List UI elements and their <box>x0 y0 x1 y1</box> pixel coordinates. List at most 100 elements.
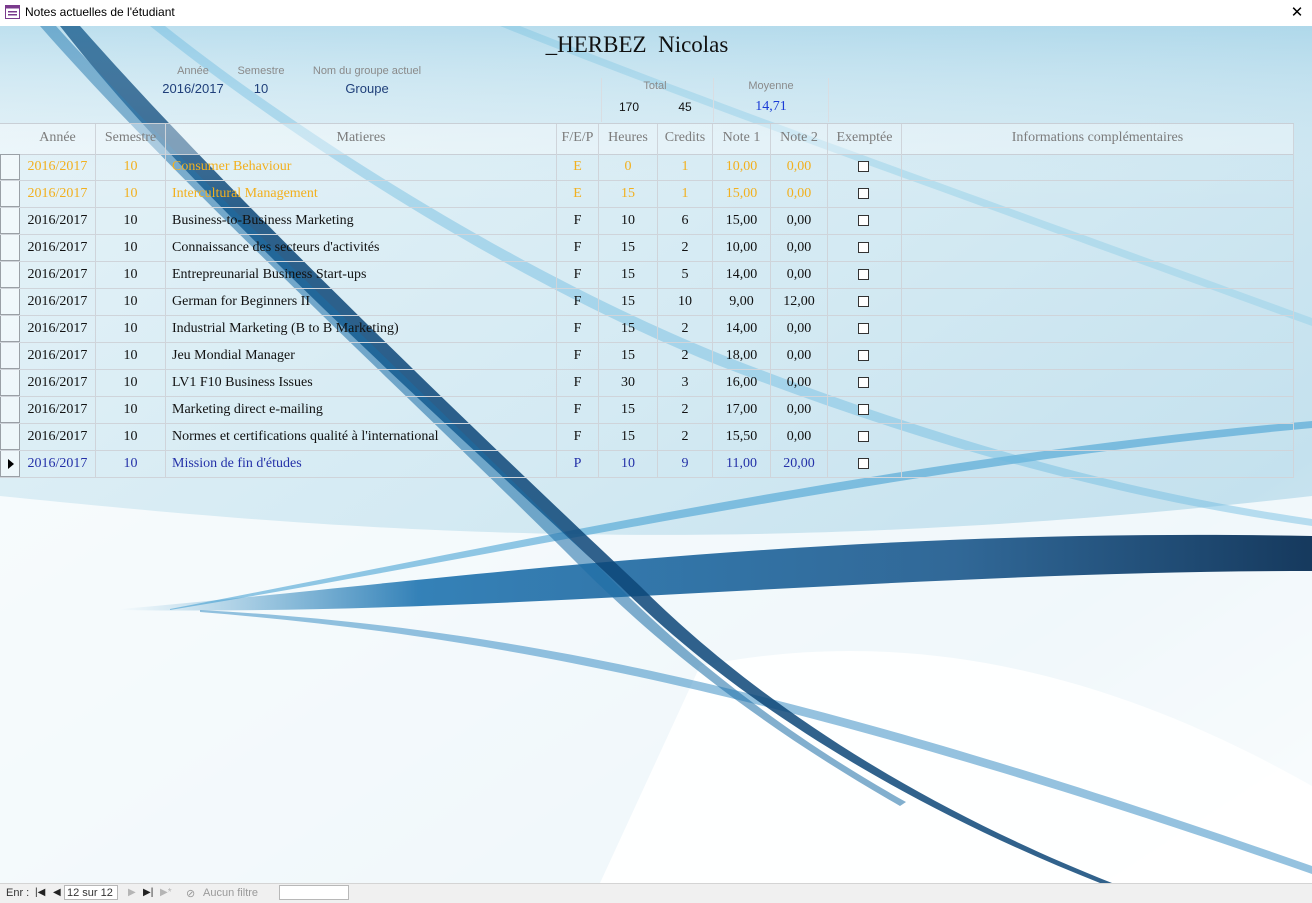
cell-matiere[interactable]: Marketing direct e-mailing <box>166 397 557 423</box>
exemptee-checkbox[interactable] <box>858 269 869 280</box>
table-row[interactable]: 2016/2017 10 German for Beginners II F 15 10 9… <box>0 289 1294 316</box>
cell-type[interactable]: F <box>557 397 599 423</box>
cell-annee[interactable]: 2016/2017 <box>20 262 96 288</box>
cell-note2[interactable]: 0,00 <box>771 181 828 207</box>
cell-semestre[interactable]: 10 <box>96 424 166 450</box>
search-input[interactable] <box>279 885 349 900</box>
cell-informations[interactable] <box>902 235 1294 261</box>
cell-note1[interactable]: 17,00 <box>713 397 771 423</box>
cell-annee[interactable]: 2016/2017 <box>20 316 96 342</box>
record-selector[interactable] <box>0 397 20 423</box>
next-record-icon[interactable]: ▶ <box>128 887 136 898</box>
exemptee-checkbox[interactable] <box>858 242 869 253</box>
cell-annee[interactable]: 2016/2017 <box>20 397 96 423</box>
cell-note1[interactable]: 15,50 <box>713 424 771 450</box>
table-row[interactable]: 2016/2017 10 Entrepreunarial Business Star… <box>0 262 1294 289</box>
cell-note2[interactable]: 0,00 <box>771 316 828 342</box>
annee-value[interactable]: 2016/2017 <box>153 81 233 96</box>
cell-type[interactable]: E <box>557 154 599 180</box>
cell-annee[interactable]: 2016/2017 <box>20 208 96 234</box>
cell-type[interactable]: F <box>557 343 599 369</box>
header-exemptee[interactable]: Exemptée <box>828 124 902 154</box>
exemptee-checkbox[interactable] <box>858 161 869 172</box>
header-informations[interactable]: Informations complémentaires <box>902 124 1294 154</box>
cell-heures[interactable]: 15 <box>599 424 658 450</box>
cell-heures[interactable]: 15 <box>599 235 658 261</box>
prev-record-icon[interactable]: ◀ <box>53 887 61 898</box>
exemptee-checkbox[interactable] <box>858 404 869 415</box>
cell-type[interactable]: F <box>557 262 599 288</box>
cell-credits[interactable]: 1 <box>658 154 713 180</box>
cell-semestre[interactable]: 10 <box>96 262 166 288</box>
table-row[interactable]: 2016/2017 10 Connaissance des secteurs d'a… <box>0 235 1294 262</box>
cell-note2[interactable]: 0,00 <box>771 424 828 450</box>
cell-note1[interactable]: 9,00 <box>713 289 771 315</box>
cell-informations[interactable] <box>902 451 1294 477</box>
cell-heures[interactable]: 10 <box>599 451 658 477</box>
cell-semestre[interactable]: 10 <box>96 370 166 396</box>
cell-credits[interactable]: 10 <box>658 289 713 315</box>
cell-heures[interactable]: 15 <box>599 181 658 207</box>
cell-annee[interactable]: 2016/2017 <box>20 235 96 261</box>
cell-informations[interactable] <box>902 316 1294 342</box>
record-selector[interactable] <box>0 235 20 261</box>
cell-semestre[interactable]: 10 <box>96 154 166 180</box>
new-record-icon[interactable]: ▶* <box>160 887 172 898</box>
exemptee-checkbox[interactable] <box>858 377 869 388</box>
table-row[interactable]: 2016/2017 10 Mission de fin d'études P 10 9 11… <box>0 451 1294 478</box>
cell-matiere[interactable]: Jeu Mondial Manager <box>166 343 557 369</box>
cell-matiere[interactable]: Intercultural Management <box>166 181 557 207</box>
cell-note2[interactable]: 0,00 <box>771 262 828 288</box>
cell-credits[interactable]: 2 <box>658 343 713 369</box>
cell-note2[interactable]: 0,00 <box>771 370 828 396</box>
filter-status[interactable]: Aucun filtre <box>203 887 258 899</box>
cell-annee[interactable]: 2016/2017 <box>20 181 96 207</box>
cell-credits[interactable]: 2 <box>658 235 713 261</box>
cell-type[interactable]: F <box>557 289 599 315</box>
header-credits[interactable]: Credits <box>658 124 713 154</box>
cell-matiere[interactable]: German for Beginners II <box>166 289 557 315</box>
record-selector[interactable] <box>0 451 20 477</box>
cell-note1[interactable]: 11,00 <box>713 451 771 477</box>
record-selector[interactable] <box>0 370 20 396</box>
cell-credits[interactable]: 5 <box>658 262 713 288</box>
record-selector[interactable] <box>0 181 20 207</box>
cell-note2[interactable]: 0,00 <box>771 208 828 234</box>
cell-type[interactable]: F <box>557 235 599 261</box>
cell-semestre[interactable]: 10 <box>96 316 166 342</box>
cell-heures[interactable]: 10 <box>599 208 658 234</box>
cell-informations[interactable] <box>902 424 1294 450</box>
cell-note2[interactable]: 0,00 <box>771 397 828 423</box>
cell-annee[interactable]: 2016/2017 <box>20 451 96 477</box>
cell-credits[interactable]: 2 <box>658 316 713 342</box>
record-selector[interactable] <box>0 424 20 450</box>
cell-annee[interactable]: 2016/2017 <box>20 343 96 369</box>
record-selector[interactable] <box>0 262 20 288</box>
first-record-icon[interactable]: |◀ <box>35 887 45 898</box>
cell-type[interactable]: E <box>557 181 599 207</box>
exemptee-checkbox[interactable] <box>858 350 869 361</box>
record-selector[interactable] <box>0 316 20 342</box>
cell-heures[interactable]: 15 <box>599 397 658 423</box>
table-row[interactable]: 2016/2017 10 Intercultural Management E 15 1 1… <box>0 181 1294 208</box>
no-filter-icon[interactable]: ⊘ <box>186 887 195 900</box>
cell-informations[interactable] <box>902 208 1294 234</box>
exemptee-checkbox[interactable] <box>858 215 869 226</box>
cell-semestre[interactable]: 10 <box>96 235 166 261</box>
close-icon[interactable]: ✕ <box>1282 0 1312 26</box>
header-matieres[interactable]: Matieres <box>166 124 557 154</box>
table-row[interactable]: 2016/2017 10 Consumer Behaviour E 0 1 10,00 0,0… <box>0 154 1294 181</box>
exemptee-checkbox[interactable] <box>858 458 869 469</box>
cell-type[interactable]: F <box>557 424 599 450</box>
cell-heures[interactable]: 30 <box>599 370 658 396</box>
exemptee-checkbox[interactable] <box>858 296 869 307</box>
table-row[interactable]: 2016/2017 10 Marketing direct e-mailing F 15… <box>0 397 1294 424</box>
cell-informations[interactable] <box>902 181 1294 207</box>
semestre-value[interactable]: 10 <box>231 81 291 96</box>
table-row[interactable]: 2016/2017 10 Industrial Marketing (B to B … <box>0 316 1294 343</box>
cell-note1[interactable]: 15,00 <box>713 181 771 207</box>
cell-note1[interactable]: 10,00 <box>713 235 771 261</box>
header-note1[interactable]: Note 1 <box>713 124 771 154</box>
cell-note1[interactable]: 14,00 <box>713 316 771 342</box>
groupe-value[interactable]: Groupe <box>326 81 408 96</box>
